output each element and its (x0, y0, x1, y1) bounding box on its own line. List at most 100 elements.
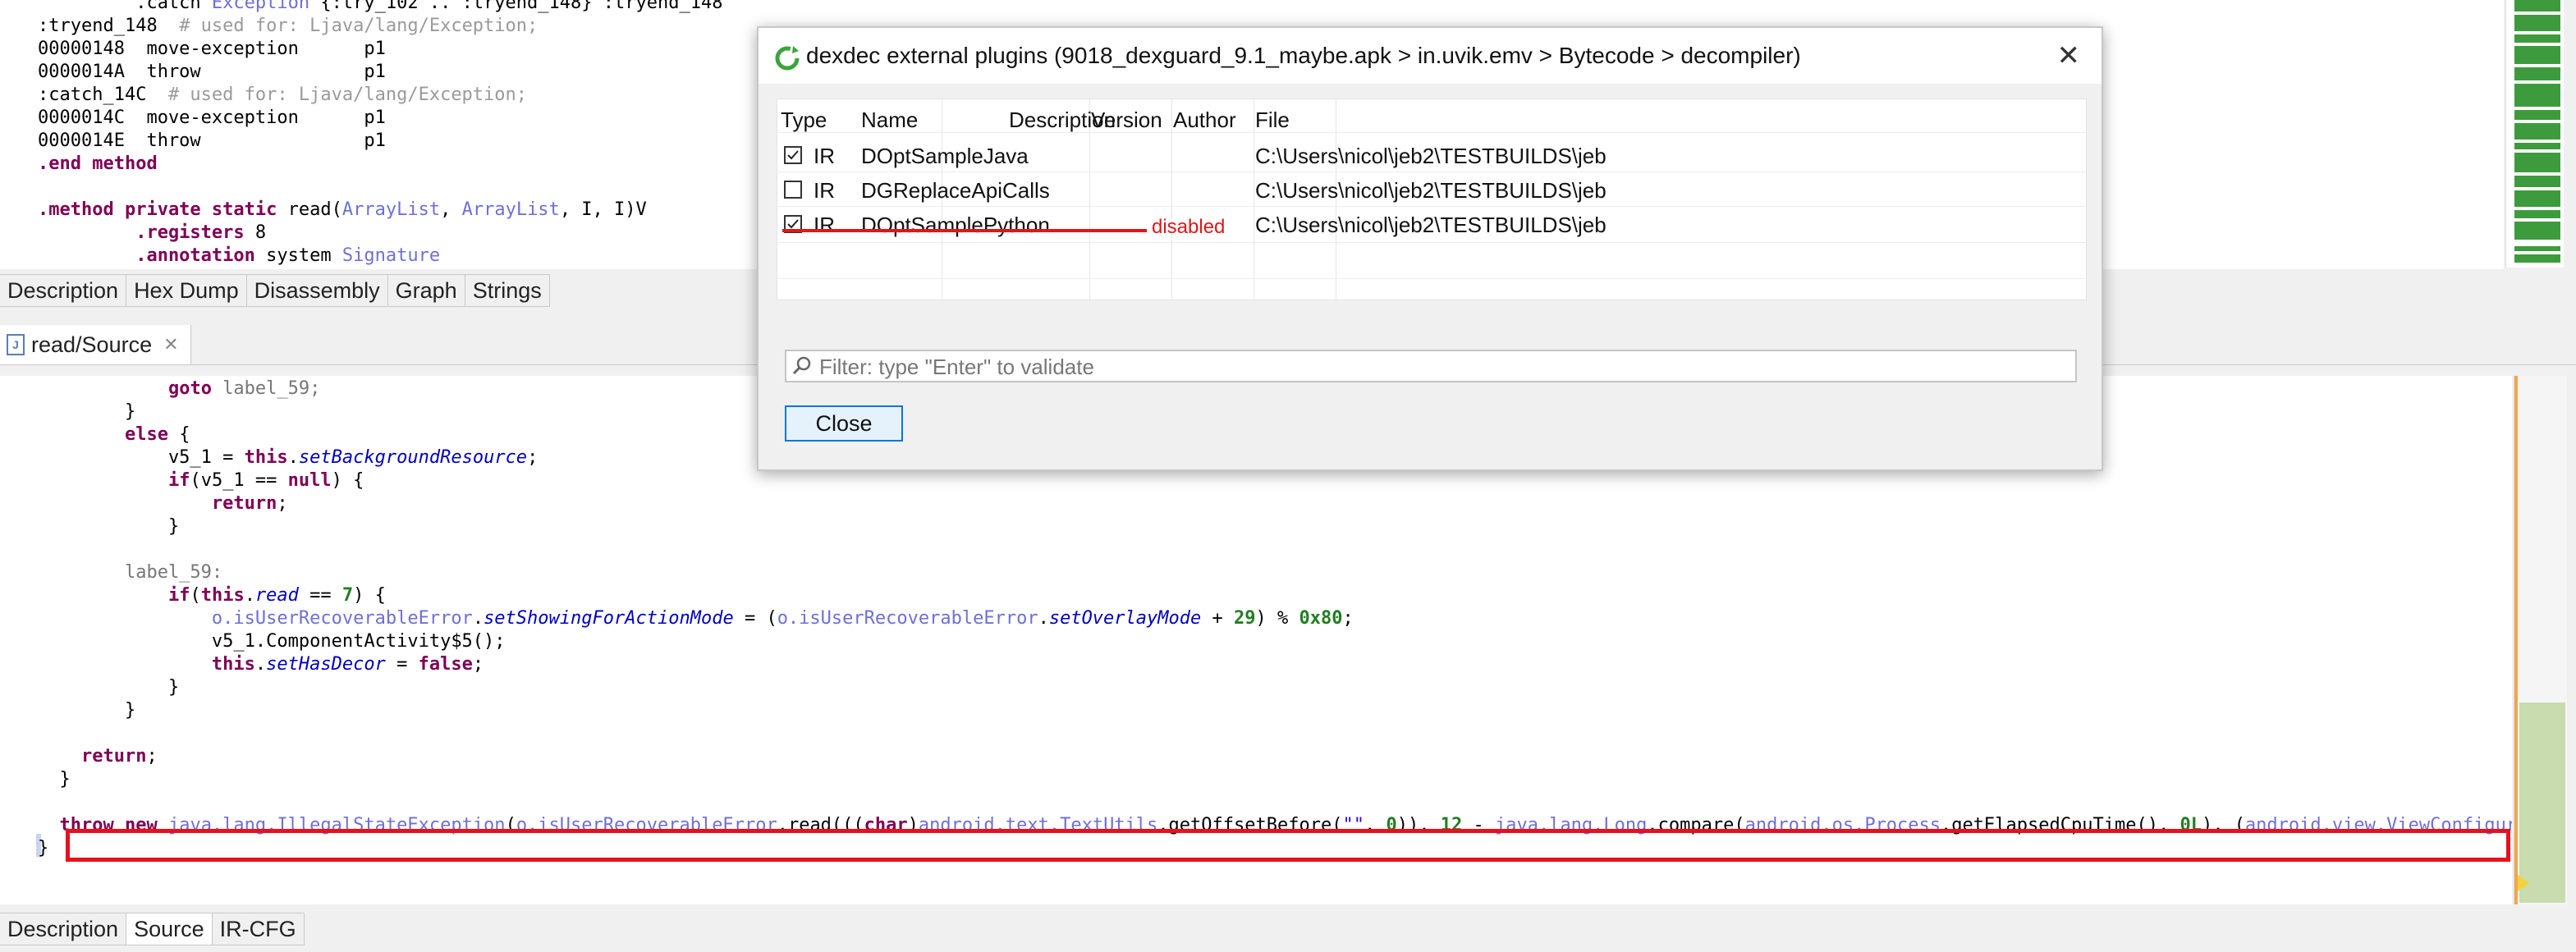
filter-field[interactable] (785, 350, 2077, 382)
tab-hex-dump[interactable]: Hex Dump (126, 275, 247, 306)
column-header-name[interactable]: Name (861, 108, 918, 133)
code-line[interactable]: .registers 8 (38, 222, 722, 245)
editor-tab-label: read/Source (31, 332, 153, 357)
tab-disassembly[interactable]: Disassembly (246, 275, 388, 306)
code-line[interactable]: :tryend_148 # used for: Ljava/lang/Excep… (38, 15, 722, 38)
source-line[interactable]: if(v5_1 == null) { (38, 469, 2512, 492)
ruler-orange-strip (2514, 376, 2518, 904)
close-icon[interactable]: ✕ (2057, 39, 2081, 72)
code-line[interactable]: 0000014A throw p1 (38, 61, 722, 84)
code-line[interactable]: ​ (38, 176, 722, 199)
enable-checkbox[interactable] (784, 146, 802, 164)
external-plugins-dialog: dexdec external plugins (9018_dexguard_9… (757, 26, 2103, 471)
code-token: setShowingForActionMode (484, 608, 734, 629)
source-overview-ruler[interactable] (2514, 376, 2567, 904)
disassembly-code[interactable]: .catch Exception {:try_102 .. :tryend_14… (38, 0, 722, 268)
plugins-table[interactable]: Type Name Description Version Author File IR D… (777, 98, 2087, 300)
tab-strings[interactable]: Strings (465, 275, 550, 306)
column-header-author[interactable]: Author (1173, 108, 1236, 133)
source-line[interactable]: o.isUserRecoverableError. setShowingForAc… (38, 607, 2512, 630)
code-token: setHasDecor (266, 654, 386, 675)
code-token: this (211, 654, 255, 675)
code-token: . (254, 654, 267, 675)
code-token: :tryend_148 (38, 16, 158, 36)
code-token: .annotation (38, 245, 267, 266)
source-line[interactable]: } (38, 699, 2512, 722)
code-token: ) { (331, 470, 364, 491)
close-icon[interactable]: ✕ (163, 334, 178, 355)
tab-description[interactable]: Description (0, 275, 127, 306)
enable-checkbox[interactable] (784, 181, 802, 199)
code-line[interactable]: :catch_14C # used for: Ljava/lang/Except… (38, 84, 722, 107)
code-token: . (1038, 608, 1049, 629)
code-line[interactable]: .catch Exception {:try_102 .. :tryend_14… (38, 0, 722, 15)
code-token: this (200, 585, 245, 606)
code-token: # used for: Ljava/lang/Exception; (146, 85, 528, 105)
code-token: { (167, 424, 190, 445)
code-token: } (38, 401, 136, 422)
code-line[interactable]: .end method (38, 153, 722, 176)
code-token: .registers (38, 222, 255, 243)
code-token: :catch_14C (38, 85, 147, 105)
code-line[interactable]: 0000014E throw p1 (38, 130, 722, 153)
code-token: ; (527, 447, 539, 468)
code-token: ; (146, 746, 158, 767)
code-token: , (440, 199, 462, 220)
cell-file: C:\Users\nicol\jeb2\TESTBUILDS\jeb (1255, 178, 1607, 203)
code-token: .end method (38, 153, 158, 174)
cell-type: IR (814, 213, 835, 237)
source-line[interactable]: ​ (38, 538, 2512, 561)
source-line[interactable]: this.setHasDecor = false; (38, 653, 2512, 676)
tab-ir-cfg[interactable]: IR-CFG (212, 913, 305, 945)
cell-type: IR (814, 178, 835, 203)
code-token: + (1201, 608, 1235, 629)
code-token: ) { (353, 585, 386, 606)
code-token: goto (167, 378, 223, 399)
source-line[interactable]: ​ (38, 791, 2512, 814)
source-line[interactable]: } (38, 515, 2512, 538)
source-line[interactable]: label_59: (38, 561, 2512, 584)
code-token: this (244, 447, 288, 468)
code-token: ; (472, 654, 484, 675)
code-token: . (244, 585, 255, 606)
code-token: .method private static (38, 199, 288, 220)
dialog-title-bar: dexdec external plugins (9018_dexguard_9… (759, 28, 2102, 84)
source-line[interactable]: } (38, 676, 2512, 699)
code-line[interactable]: .annotation system Signature (38, 245, 722, 268)
code-line[interactable]: .method private static read(ArrayList, A… (38, 199, 722, 222)
close-button[interactable]: Close (785, 405, 903, 442)
code-token: read (254, 585, 299, 606)
source-line[interactable]: v5_1.ComponentActivity$5(); (38, 630, 2512, 653)
editor-tab-read-source[interactable]: J read/Source ✕ (0, 325, 191, 364)
code-token: null (287, 470, 332, 491)
column-header-type[interactable]: Type (781, 108, 827, 133)
java-file-icon: J (7, 334, 25, 355)
code-token: if (167, 585, 190, 606)
tab-graph[interactable]: Graph (387, 275, 465, 306)
code-token: . (287, 447, 299, 468)
overview-ruler[interactable] (2505, 0, 2564, 268)
source-line[interactable]: if(this.read == 7) { (38, 584, 2512, 607)
cell-name: DGReplaceApiCalls (861, 178, 1050, 203)
code-line[interactable]: 00000148 move-exception p1 (38, 38, 722, 61)
filter-input[interactable] (818, 353, 2052, 381)
source-line[interactable]: } (38, 768, 2512, 791)
source-line[interactable]: return; (38, 492, 2512, 515)
column-header-file[interactable]: File (1255, 108, 1290, 133)
code-token: 8 (254, 222, 267, 243)
code-token: == (298, 585, 342, 606)
column-header-version[interactable]: Version (1091, 108, 1162, 133)
code-token: o.isUserRecoverableError (211, 608, 473, 629)
cell-name: DOptSampleJava (861, 144, 1029, 168)
source-line[interactable]: ​ (38, 722, 2512, 745)
code-token: } (38, 700, 136, 721)
code-token: label_59; (222, 378, 321, 399)
code-line[interactable]: 0000014C move-exception p1 (38, 107, 722, 130)
tab-description[interactable]: Description (0, 913, 127, 945)
strikethrough-annotation (782, 229, 1147, 232)
code-token: setOverlayMode (1048, 608, 1202, 629)
tab-source[interactable]: Source (126, 913, 213, 945)
source-line[interactable]: return; (38, 745, 2512, 768)
